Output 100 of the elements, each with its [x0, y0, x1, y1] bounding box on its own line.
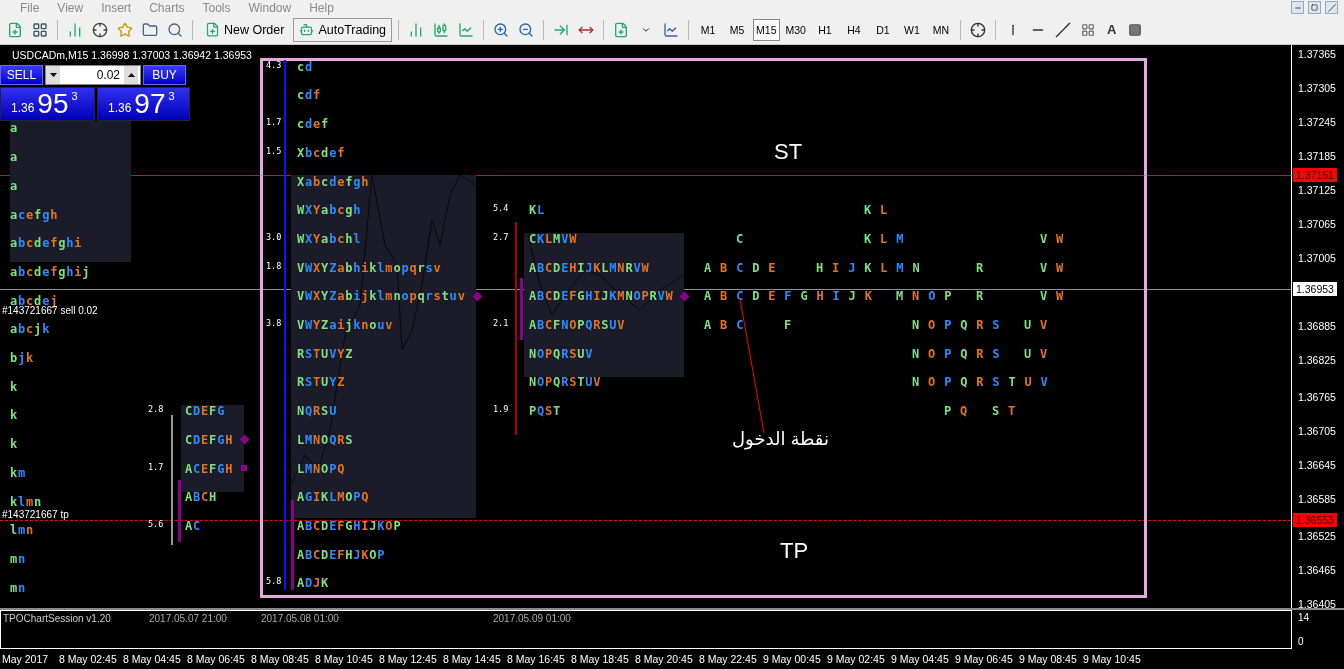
tpo-letters: ABCDEFGHIJKOP	[297, 518, 402, 533]
tpo-letters: ABCDEHIJKLMNRVW	[529, 260, 650, 275]
timeframe-button[interactable]: H1	[811, 18, 838, 41]
profile-stat: 3.8	[266, 317, 282, 329]
tpo-letters: N O P Q R S T U V	[912, 375, 1049, 390]
tpo-letters: k	[10, 379, 19, 394]
tpo-letters: cdf	[297, 88, 322, 103]
scale-tick: 0	[1298, 635, 1305, 647]
price-marker: 1.37151	[1293, 167, 1337, 182]
auto-trading-button[interactable]: AutoTrading	[293, 17, 393, 42]
up-arrow-button[interactable]	[124, 65, 138, 84]
tpo-letters: VWXYZabhiklmopqrsv	[297, 260, 442, 275]
tpo-letters: mn	[10, 580, 27, 595]
time-tick: 8 May 08:45	[251, 652, 310, 665]
tpo-letters: V W	[1040, 289, 1065, 304]
tpo-letters: P Q	[944, 404, 969, 419]
price-tick: 1.36645	[1298, 458, 1336, 472]
price-marker: 1.36953	[1293, 281, 1337, 296]
tpo-letters: Xabcdefgh	[297, 174, 370, 189]
tpo-letters: AGIKLMOPQ	[297, 490, 370, 505]
price-tick: 1.36465	[1298, 563, 1336, 577]
timeframe-button[interactable]: D1	[869, 18, 896, 41]
tpo-letters: ABCDEFHJKOP	[297, 547, 386, 562]
timeframe-button[interactable]: MN	[927, 18, 954, 41]
tpo-letters: acefgh	[10, 207, 59, 222]
profile-stat: 3.0	[266, 230, 282, 243]
tpo-letters: VWYZaijknouv	[297, 318, 394, 332]
minimize-icon[interactable]	[1291, 1, 1304, 15]
sell-button[interactable]: SELL	[0, 64, 43, 85]
lot-spinner[interactable]: 0.02	[45, 64, 141, 85]
price-tick: 1.37245	[1298, 115, 1336, 129]
buy-button[interactable]: BUY	[143, 64, 186, 85]
profile-stat: 1.7	[266, 116, 282, 129]
tpo-letters: S T	[992, 404, 1017, 419]
profile-stat: 5.8	[266, 575, 282, 588]
document-plus-icon	[205, 22, 220, 38]
tpo-letters: A B C D E F G H I J K	[704, 289, 873, 304]
tpo-letters: LMNOPQ	[297, 461, 346, 476]
tpo-letters: R	[976, 260, 985, 275]
tpo-letters: km	[10, 465, 27, 480]
timeframe-button[interactable]: M1	[695, 18, 722, 41]
tpo-letters: A B C D E	[704, 260, 777, 275]
timeframe-button[interactable]: M30	[782, 18, 809, 41]
tpo-letters: ACEFGH	[185, 461, 234, 476]
down-arrow-button[interactable]	[46, 65, 60, 84]
time-tick: 9 May 08:45	[1019, 652, 1078, 665]
time-tick: 8 May 10:45	[315, 652, 374, 665]
price-marker: 1.36553	[1293, 512, 1337, 527]
time-tick: 8 May 12:45	[379, 652, 438, 665]
order-label: #143721667 tp	[2, 508, 69, 520]
time-tick: 8 May 04:45	[123, 652, 182, 665]
timeframe-button[interactable]: W1	[898, 18, 925, 41]
tpo-letters: abcdefghi	[10, 236, 83, 251]
price-tick: 1.37005	[1298, 251, 1336, 265]
timeframe-button[interactable]: M15	[753, 18, 780, 41]
tpo-letters: CDEFGH	[185, 432, 234, 447]
tpo-letters: N O P Q R S	[912, 318, 1001, 332]
tpo-letters: U V	[1024, 346, 1049, 361]
tpo-letters: a	[10, 150, 19, 165]
time-tick: May 2017	[2, 652, 50, 665]
indicator-title: TPOChartSession v1.20	[3, 612, 111, 624]
tpo-letters: RSTUYZ	[297, 375, 346, 390]
tpo-letters: LMNOQRS	[297, 432, 354, 447]
time-tick: 9 May 04:45	[891, 652, 950, 665]
take-profit-label: TP	[780, 537, 809, 564]
tpo-letters: cdef	[297, 117, 330, 132]
tpo-letters: a	[10, 121, 19, 136]
tpo-letters: KL	[529, 203, 546, 218]
square-marker	[241, 464, 247, 471]
tpo-letters: WXYabchl	[297, 231, 362, 246]
tpo-letters: klmn	[10, 494, 43, 509]
entry-point-label: نقطة الدخول	[732, 427, 829, 450]
profile-stat: 1.8	[266, 259, 282, 272]
price-tick: 1.36525	[1298, 529, 1336, 543]
time-tick: 8 May 18:45	[571, 652, 630, 665]
timeframe-button[interactable]: H4	[840, 18, 867, 41]
price-tick: 1.36825	[1298, 353, 1336, 367]
profile-stat: 2.7	[493, 230, 509, 243]
tpo-letters: cd	[297, 59, 314, 74]
tpo-letters: k	[10, 437, 19, 452]
price-tick: 1.37065	[1298, 217, 1336, 231]
profile-stat: 2.1	[493, 317, 509, 329]
time-tick: 8 May 20:45	[635, 652, 694, 665]
tpo-letters: PQST	[529, 404, 562, 419]
session-label: 2017.05.07 21:00	[149, 612, 227, 624]
tpo-letters: C	[736, 231, 745, 246]
robot-icon	[299, 22, 315, 38]
profile-stat: 1.5	[266, 144, 282, 157]
tpo-letters: K L M	[864, 231, 905, 246]
timeframe-button[interactable]: M5	[724, 18, 751, 41]
session-label: 2017.05.09 01:00	[493, 612, 571, 624]
stop-label: ST	[774, 138, 803, 165]
tpo-letters: U V	[1024, 318, 1049, 332]
time-tick: 8 May 16:45	[507, 652, 566, 665]
tpo-letters: V W	[1040, 231, 1065, 246]
text-tool-button[interactable]: A	[1101, 22, 1122, 38]
tpo-letters: ABCH	[185, 490, 218, 505]
time-tick: 9 May 10:45	[1083, 652, 1142, 665]
time-tick: 8 May 22:45	[699, 652, 758, 665]
price-tick: 1.36585	[1298, 492, 1336, 506]
